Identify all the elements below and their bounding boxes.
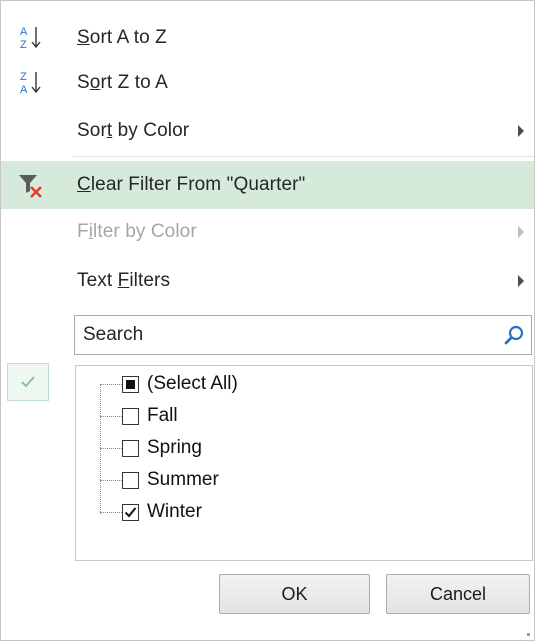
sort-descending-icon: Z A [1,59,61,107]
menu-item-label: Sort by Color [77,120,190,141]
list-item-summer[interactable]: Summer [76,466,376,496]
list-item-label: (Select All) [147,373,238,394]
menu-item-sort-z-to-a[interactable]: Z A Sort Z to A [1,59,534,107]
menu-item-label: Text Filters [77,270,171,291]
submenu-arrow-icon [518,125,524,137]
list-item-label: Summer [147,469,219,490]
autofilter-dropdown: A Z Sort A to Z Z A Sort Z to A Sort by … [0,0,535,641]
menu-item-sort-a-to-z[interactable]: A Z Sort A to Z [1,14,534,62]
menu-item-text-filters[interactable]: Text Filters [1,257,534,305]
menu-item-label: Clear Filter From "Quarter" [77,174,306,195]
svg-text:Z: Z [20,39,27,51]
search-box [74,315,532,355]
checkbox-winter[interactable] [122,504,139,521]
clear-filter-icon [1,161,61,209]
list-item-spring[interactable]: Spring [76,434,376,464]
list-item-select-all[interactable]: (Select All) [76,370,376,400]
svg-text:A: A [20,84,28,96]
checkbox-summer[interactable] [122,472,139,489]
list-item-label: Winter [147,501,202,522]
submenu-arrow-icon [518,275,524,287]
menu-item-label: Sort A to Z [77,27,167,48]
search-input[interactable] [75,316,493,354]
svg-text:A: A [20,26,28,38]
menu-item-filter-by-color[interactable]: Filter by Color [1,208,534,256]
checkbox-spring[interactable] [122,440,139,457]
list-item-winter[interactable]: Winter [76,498,376,528]
search-icon[interactable] [503,324,525,346]
svg-text:Z: Z [20,71,27,83]
menu-item-label: Sort Z to A [77,72,168,93]
list-item-label: Spring [147,437,202,458]
sort-ascending-icon: A Z [1,14,61,62]
filter-values-list: (Select All) Fall Spring Summer Winter [75,365,533,561]
menu-item-clear-filter[interactable]: Clear Filter From "Quarter" [1,161,534,209]
checkmark-icon [7,363,49,401]
list-item-fall[interactable]: Fall [76,402,376,432]
list-item-label: Fall [147,405,178,426]
menu-separator [73,156,534,157]
checkbox-select-all[interactable] [122,376,139,393]
menu-item-label: Filter by Color [77,221,197,242]
checkmark-icon [124,507,137,518]
menu-item-sort-by-color[interactable]: Sort by Color [1,107,534,155]
ok-button[interactable]: OK [219,574,370,614]
submenu-arrow-icon [518,226,524,238]
cancel-button[interactable]: Cancel [386,574,530,614]
checkbox-fall[interactable] [122,408,139,425]
resize-grip-icon[interactable] [527,633,530,636]
